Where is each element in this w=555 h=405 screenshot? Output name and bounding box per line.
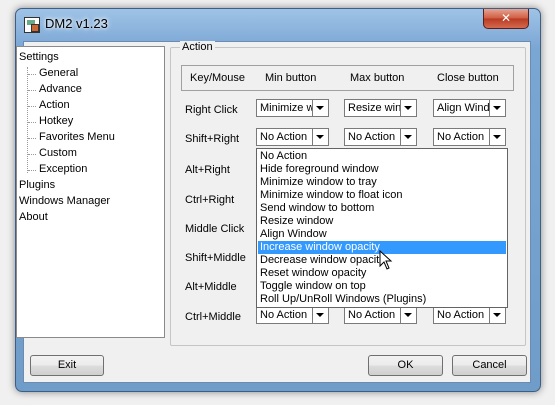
cancel-button[interactable]: Cancel <box>452 355 527 376</box>
tree-connector <box>28 106 36 107</box>
tree-item-exception[interactable]: Exception <box>39 163 87 175</box>
dropdown-option[interactable]: Send window to bottom <box>258 202 506 215</box>
ctrl-middle-close-select[interactable]: No Action <box>433 306 506 324</box>
action-group-label: Action <box>180 41 215 53</box>
tree-item-action[interactable]: Action <box>39 99 70 111</box>
combo-value: Align Wind <box>437 102 490 114</box>
chevron-down-icon[interactable] <box>400 129 416 145</box>
tree-item-hotkey[interactable]: Hotkey <box>39 115 73 127</box>
action-dropdown-list[interactable]: No Action Hide foreground window Minimiz… <box>256 148 508 308</box>
tree-item-plugins[interactable]: Plugins <box>19 179 55 191</box>
right-click-min-select[interactable]: Minimize w <box>256 99 329 117</box>
combo-value: No Action <box>260 131 308 143</box>
action-header: Key/Mouse Min button Max button Close bu… <box>181 65 514 91</box>
settings-tree[interactable]: Settings General Advance Action Hotkey F… <box>16 46 165 338</box>
chevron-down-icon[interactable] <box>489 129 505 145</box>
header-key-mouse: Key/Mouse <box>190 72 246 84</box>
tree-connector <box>28 74 36 75</box>
tree-item-settings[interactable]: Settings <box>19 51 59 63</box>
tree-item-about[interactable]: About <box>19 211 48 223</box>
dropdown-option[interactable]: Resize window <box>258 215 506 228</box>
dropdown-option[interactable]: Hide foreground window <box>258 163 506 176</box>
combo-value: Resize win <box>348 102 402 114</box>
chevron-down-icon[interactable] <box>489 307 505 323</box>
window-title: DM2 v1.23 <box>45 16 108 31</box>
header-max-button: Max button <box>350 72 405 84</box>
row-label-alt-middle: Alt+Middle <box>185 281 237 293</box>
row-label-alt-right: Alt+Right <box>185 164 230 176</box>
chevron-down-icon[interactable] <box>312 307 328 323</box>
row-label-right-click: Right Click <box>185 104 238 116</box>
tree-connector <box>28 170 36 171</box>
combo-value: No Action <box>437 131 485 143</box>
dropdown-option[interactable]: Minimize window to tray <box>258 176 506 189</box>
close-window-button[interactable]: ✕ <box>483 9 529 29</box>
combo-value: No Action <box>348 309 396 321</box>
row-label-ctrl-right: Ctrl+Right <box>185 194 235 206</box>
shift-right-max-select[interactable]: No Action <box>344 128 417 146</box>
tree-connector <box>28 138 36 139</box>
shift-right-min-select[interactable]: No Action <box>256 128 329 146</box>
chevron-down-icon[interactable] <box>400 307 416 323</box>
combo-value: No Action <box>437 309 485 321</box>
combo-value: No Action <box>348 131 396 143</box>
chevron-down-icon[interactable] <box>400 100 416 116</box>
tree-item-windows-manager[interactable]: Windows Manager <box>19 195 110 207</box>
ctrl-middle-max-select[interactable]: No Action <box>344 306 417 324</box>
right-click-close-select[interactable]: Align Wind <box>433 99 506 117</box>
right-click-max-select[interactable]: Resize win <box>344 99 417 117</box>
row-label-shift-right: Shift+Right <box>185 133 240 145</box>
tree-connector <box>28 90 36 91</box>
dropdown-option[interactable]: Minimize window to float icon <box>258 189 506 202</box>
chevron-down-icon[interactable] <box>312 100 328 116</box>
tree-item-general[interactable]: General <box>39 67 78 79</box>
row-label-middle-click: Middle Click <box>185 223 245 235</box>
title-bar[interactable]: DM2 v1.23 ✕ <box>15 8 539 41</box>
chevron-down-icon[interactable] <box>312 129 328 145</box>
shift-right-close-select[interactable]: No Action <box>433 128 506 146</box>
tree-item-favorites-menu[interactable]: Favorites Menu <box>39 131 115 143</box>
combo-value: No Action <box>260 309 308 321</box>
tree-connector <box>28 154 36 155</box>
ctrl-middle-min-select[interactable]: No Action <box>256 306 329 324</box>
tree-connector <box>27 67 28 173</box>
ok-button[interactable]: OK <box>368 355 443 376</box>
tree-item-custom[interactable]: Custom <box>39 147 77 159</box>
tree-item-advance[interactable]: Advance <box>39 83 82 95</box>
combo-value: Minimize w <box>260 102 315 114</box>
row-label-shift-middle: Shift+Middle <box>185 252 246 264</box>
mouse-pointer-icon <box>379 250 393 270</box>
tree-connector <box>28 122 36 123</box>
dropdown-option[interactable]: Toggle window on top <box>258 280 506 293</box>
chevron-down-icon[interactable] <box>489 100 505 116</box>
dropdown-option[interactable]: Roll Up/UnRoll Windows (Plugins) <box>258 293 506 306</box>
exit-button[interactable]: Exit <box>30 355 104 376</box>
header-min-button: Min button <box>265 72 317 84</box>
dropdown-option[interactable]: No Action <box>258 150 506 163</box>
dropdown-option[interactable]: Align Window <box>258 228 506 241</box>
row-label-ctrl-middle: Ctrl+Middle <box>185 311 241 323</box>
dm2-app-icon <box>24 17 40 33</box>
header-close-button: Close button <box>437 72 499 84</box>
